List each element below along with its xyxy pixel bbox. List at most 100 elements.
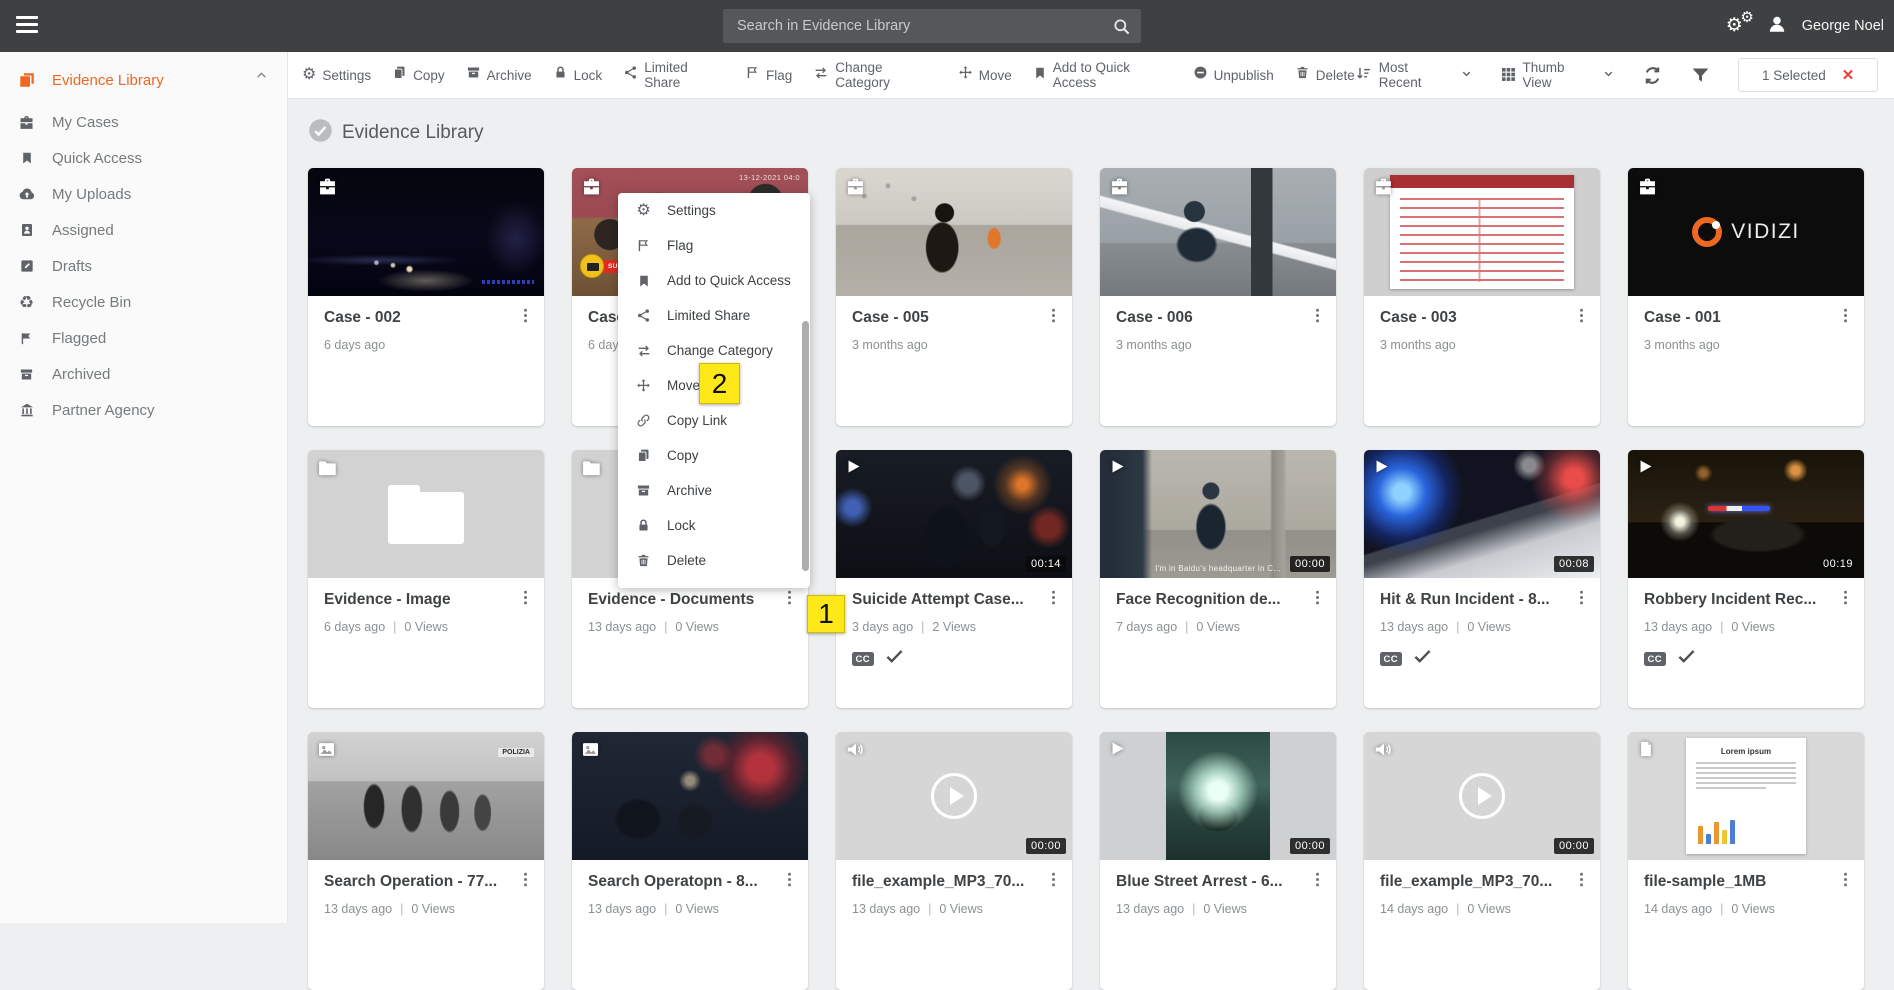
evidence-thumbnail[interactable] <box>308 450 544 578</box>
sidebar-item-my-cases[interactable]: My Cases <box>0 104 287 140</box>
view-mode-dropdown[interactable]: Thumb View <box>1500 60 1616 90</box>
kebab-menu-icon[interactable] <box>1044 589 1062 611</box>
sidebar-item-partner-agency[interactable]: Partner Agency <box>0 392 287 428</box>
evidence-thumbnail[interactable]: I'm in Baidu's headquarter in C...00:00 <box>1100 450 1336 578</box>
card-title[interactable]: Evidence - Image <box>324 591 516 609</box>
kebab-menu-icon[interactable] <box>1572 871 1590 893</box>
evidence-card[interactable]: Case - 0053 months ago <box>836 168 1072 426</box>
evidence-thumbnail[interactable]: 00:14 <box>836 450 1072 578</box>
kebab-menu-icon[interactable] <box>516 307 534 329</box>
evidence-card[interactable]: 00:00file_example_MP3_70...13 days ago|0… <box>836 732 1072 990</box>
sidebar-item-evidence-library[interactable]: Evidence Library <box>0 62 287 98</box>
clear-selection-icon[interactable]: ✕ <box>1842 68 1855 83</box>
evidence-thumbnail[interactable]: 00:00 <box>1364 732 1600 860</box>
evidence-card[interactable]: Evidence - Image6 days ago|0 Views <box>308 450 544 708</box>
play-circle-icon[interactable] <box>1459 773 1505 819</box>
toolbar-action-move[interactable]: Move <box>958 65 1012 85</box>
card-title[interactable]: Case - 006 <box>1116 309 1308 327</box>
card-title[interactable]: Case - 001 <box>1644 309 1836 327</box>
sidebar-collapse-caret-icon[interactable] <box>254 68 269 88</box>
kebab-menu-icon[interactable] <box>1836 307 1854 329</box>
user-avatar-icon[interactable] <box>1766 13 1788 40</box>
sidebar-item-drafts[interactable]: Drafts <box>0 248 287 284</box>
kebab-menu-icon[interactable] <box>1308 871 1326 893</box>
card-title[interactable]: Face Recognition de... <box>1116 591 1308 609</box>
kebab-menu-icon[interactable] <box>1836 589 1854 611</box>
toolbar-action-delete[interactable]: Delete <box>1295 65 1355 85</box>
evidence-thumbnail[interactable]: 00:00 <box>1100 732 1336 860</box>
evidence-thumbnail[interactable] <box>1100 168 1336 296</box>
evidence-thumbnail[interactable]: 00:00 <box>836 732 1072 860</box>
kebab-menu-icon[interactable] <box>516 589 534 611</box>
toolbar-action-archive[interactable]: Archive <box>466 65 532 85</box>
toolbar-action-copy[interactable]: Copy <box>392 65 445 85</box>
evidence-card[interactable]: Search Operatopn - 8...13 days ago|0 Vie… <box>572 732 808 990</box>
filter-funnel-icon[interactable] <box>1690 65 1711 86</box>
evidence-card[interactable]: Case - 0063 months ago <box>1100 168 1336 426</box>
sort-dropdown[interactable]: Most Recent <box>1355 60 1473 90</box>
hamburger-menu-icon[interactable] <box>16 15 40 37</box>
evidence-card[interactable]: 00:00Blue Street Arrest - 6...13 days ag… <box>1100 732 1336 990</box>
card-title[interactable]: Hit & Run Incident - 8... <box>1380 591 1572 609</box>
context-menu-item-copy[interactable]: Copy <box>618 438 810 473</box>
search-icon[interactable] <box>1101 9 1141 43</box>
sidebar-item-quick-access[interactable]: Quick Access <box>0 140 287 176</box>
context-menu-item-unpublish[interactable]: Unpublish <box>618 578 810 588</box>
kebab-menu-icon[interactable] <box>1308 307 1326 329</box>
card-title[interactable]: file_example_MP3_70... <box>852 873 1044 891</box>
sidebar-item-archived[interactable]: Archived <box>0 356 287 392</box>
kebab-menu-icon[interactable] <box>780 871 798 893</box>
context-menu-item-delete[interactable]: Delete <box>618 543 810 578</box>
evidence-card[interactable]: Lorem ipsumfile-sample_1MB14 days ago|0 … <box>1628 732 1864 990</box>
context-menu-item-copy-link[interactable]: Copy Link <box>618 403 810 438</box>
sidebar-item-my-uploads[interactable]: My Uploads <box>0 176 287 212</box>
toolbar-action-lock[interactable]: Lock <box>553 65 603 85</box>
context-menu-item-settings[interactable]: ⚙Settings <box>618 193 810 228</box>
card-title[interactable]: Robbery Incident Rec... <box>1644 591 1836 609</box>
kebab-menu-icon[interactable] <box>780 589 798 611</box>
search-input[interactable] <box>723 18 1101 34</box>
evidence-card[interactable]: VIDIZICase - 0013 months ago <box>1628 168 1864 426</box>
user-name[interactable]: George Noel <box>1802 18 1886 34</box>
card-title[interactable]: file-sample_1MB <box>1644 873 1836 891</box>
card-title[interactable]: Suicide Attempt Case... <box>852 591 1044 609</box>
toolbar-action-add-to-quick-access[interactable]: Add to Quick Access <box>1033 60 1172 90</box>
evidence-card[interactable]: 00:14Suicide Attempt Case...3 days ago|2… <box>836 450 1072 708</box>
evidence-thumbnail[interactable]: Lorem ipsum <box>1628 732 1864 860</box>
evidence-thumbnail[interactable]: VIDIZI <box>1628 168 1864 296</box>
evidence-thumbnail[interactable]: 00:08 <box>1364 450 1600 578</box>
kebab-menu-icon[interactable] <box>1308 589 1326 611</box>
card-title[interactable]: Case - 005 <box>852 309 1044 327</box>
sidebar-item-assigned[interactable]: Assigned <box>0 212 287 248</box>
kebab-menu-icon[interactable] <box>1836 871 1854 893</box>
card-title[interactable]: Evidence - Documents <box>588 591 780 609</box>
toolbar-action-settings[interactable]: ⚙Settings <box>302 66 371 84</box>
evidence-card[interactable]: Case - 0026 days ago <box>308 168 544 426</box>
context-menu-item-limited-share[interactable]: Limited Share <box>618 298 810 333</box>
evidence-thumbnail[interactable]: 00:19 <box>1628 450 1864 578</box>
sidebar-item-recycle-bin[interactable]: ♻Recycle Bin <box>0 284 287 320</box>
evidence-card[interactable]: POLIZIASearch Operation - 77...13 days a… <box>308 732 544 990</box>
evidence-thumbnail[interactable] <box>1364 168 1600 296</box>
evidence-card[interactable]: 00:00file_example_MP3_70...14 days ago|0… <box>1364 732 1600 990</box>
card-title[interactable]: Case - 002 <box>324 309 516 327</box>
toolbar-action-change-category[interactable]: Change Category <box>813 60 937 90</box>
kebab-menu-icon[interactable] <box>1572 589 1590 611</box>
kebab-menu-icon[interactable] <box>1572 307 1590 329</box>
evidence-card[interactable]: 00:19Robbery Incident Rec...13 days ago|… <box>1628 450 1864 708</box>
context-menu-item-archive[interactable]: Archive <box>618 473 810 508</box>
evidence-card[interactable]: I'm in Baidu's headquarter in C...00:00 F… <box>1100 450 1336 708</box>
context-menu-item-flag[interactable]: Flag <box>618 228 810 263</box>
evidence-thumbnail[interactable] <box>572 732 808 860</box>
evidence-card[interactable]: Case - 0033 months ago <box>1364 168 1600 426</box>
evidence-thumbnail[interactable] <box>308 168 544 296</box>
context-menu-scrollbar[interactable] <box>802 321 809 571</box>
evidence-thumbnail[interactable] <box>836 168 1072 296</box>
kebab-menu-icon[interactable] <box>516 871 534 893</box>
sidebar-item-flagged[interactable]: Flagged <box>0 320 287 356</box>
kebab-menu-icon[interactable] <box>1044 307 1062 329</box>
evidence-card[interactable]: 00:08Hit & Run Incident - 8...13 days ag… <box>1364 450 1600 708</box>
admin-settings-gears-icon[interactable]: ⚙ ⚙ <box>1726 14 1752 38</box>
evidence-thumbnail[interactable]: POLIZIA <box>308 732 544 860</box>
play-circle-icon[interactable] <box>931 773 977 819</box>
